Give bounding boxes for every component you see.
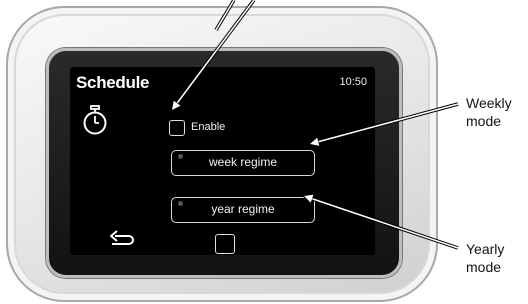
yearly-mode-callout: Yearly mode [466,240,504,276]
back-arrow-icon[interactable] [108,230,136,250]
yearly-callout-line2: mode [466,259,502,275]
clock-readout: 10:50 [339,76,367,88]
button-indicator-dot [178,154,183,159]
button-indicator-dot [178,201,183,206]
weekly-callout-line2: mode [466,113,502,129]
year-regime-label: year regime [211,202,275,216]
stopwatch-icon [83,105,107,135]
device-housing: Schedule 10:50 Enable week regime year r… [6,6,438,302]
screen-bezel: Schedule 10:50 Enable week regime year r… [46,48,402,278]
weekly-callout-line1: Weekly [466,95,512,111]
touch-screen: Schedule 10:50 Enable week regime year r… [70,67,375,255]
square-home-icon[interactable] [215,234,235,254]
enable-label: Enable [191,121,226,133]
year-regime-button[interactable]: year regime [171,197,315,223]
yearly-callout-line1: Yearly [466,241,505,257]
enable-checkbox[interactable] [169,120,185,136]
week-regime-button[interactable]: week regime [171,150,315,176]
weekly-mode-callout: Weekly mode [466,94,512,130]
week-regime-label: week regime [208,155,278,169]
page-title: Schedule [76,73,150,92]
